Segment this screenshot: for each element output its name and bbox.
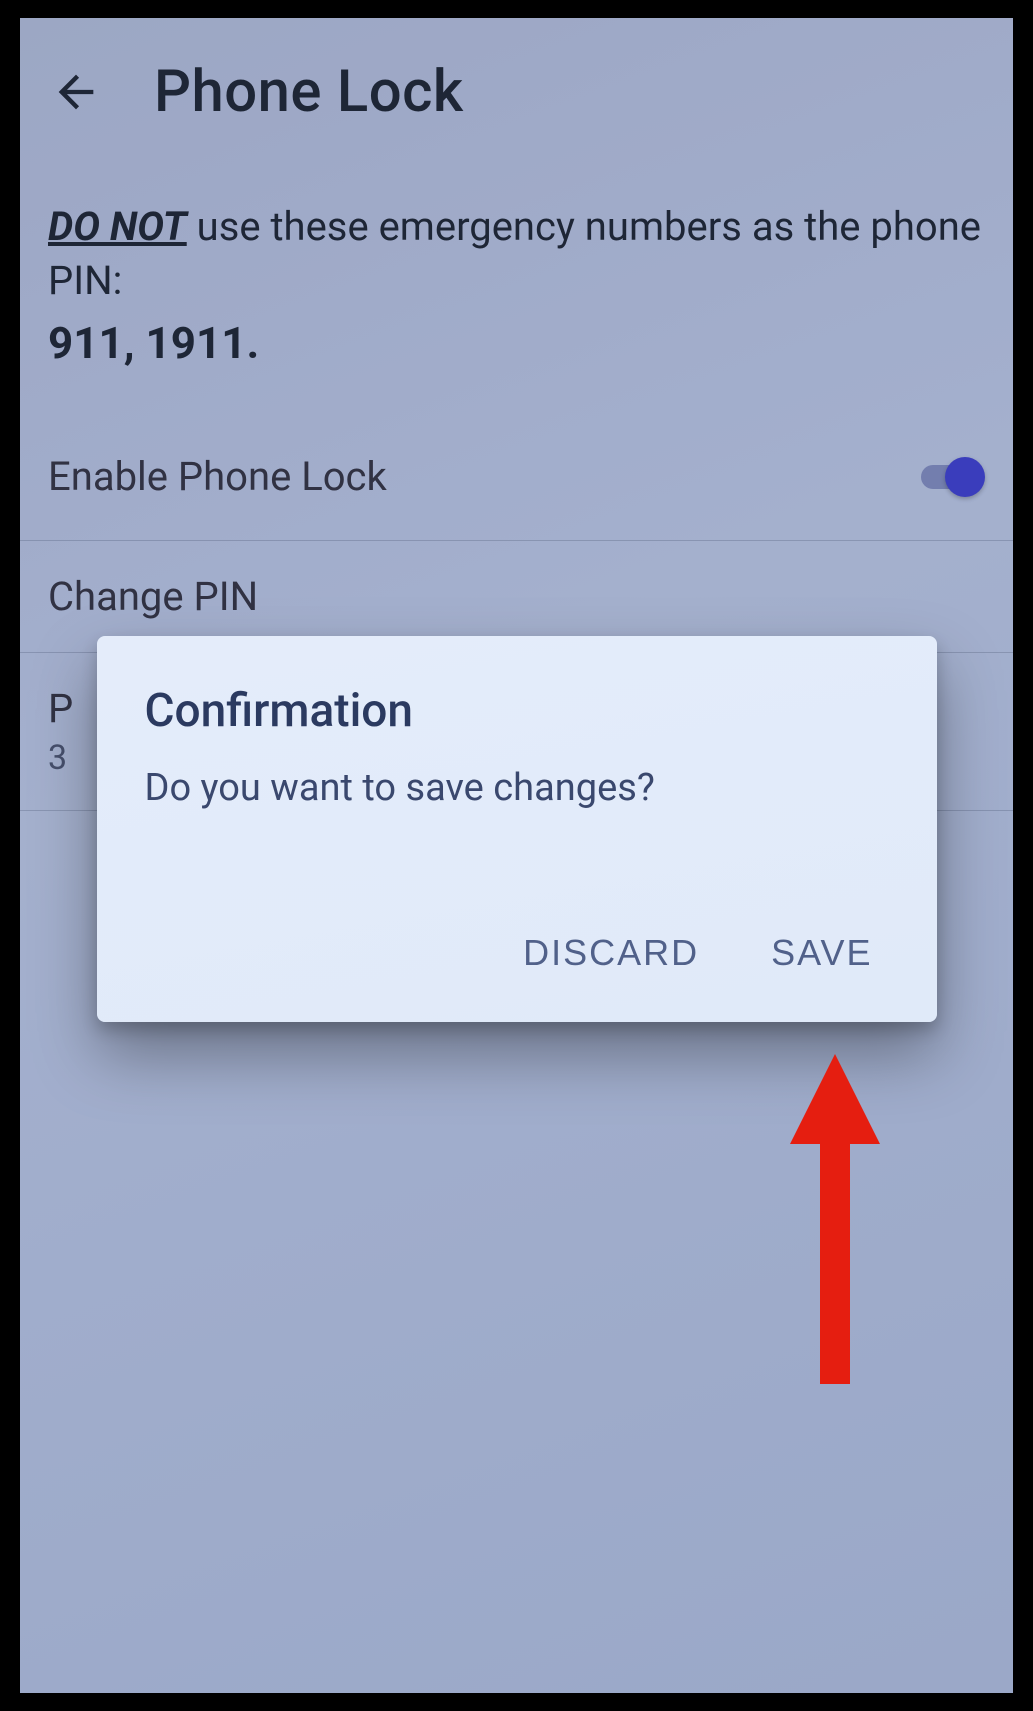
save-button[interactable]: SAVE: [765, 922, 878, 984]
discard-button[interactable]: DISCARD: [517, 922, 705, 984]
phone-lock-screen: Phone Lock DO NOT use these emergency nu…: [20, 18, 1013, 1693]
dialog-actions: DISCARD SAVE: [145, 902, 889, 1022]
dialog-title: Confirmation: [145, 684, 889, 738]
confirmation-dialog: Confirmation Do you want to save changes…: [97, 636, 937, 1022]
dialog-message: Do you want to save changes?: [145, 766, 889, 810]
dialog-scrim[interactable]: Confirmation Do you want to save changes…: [20, 18, 1013, 1693]
